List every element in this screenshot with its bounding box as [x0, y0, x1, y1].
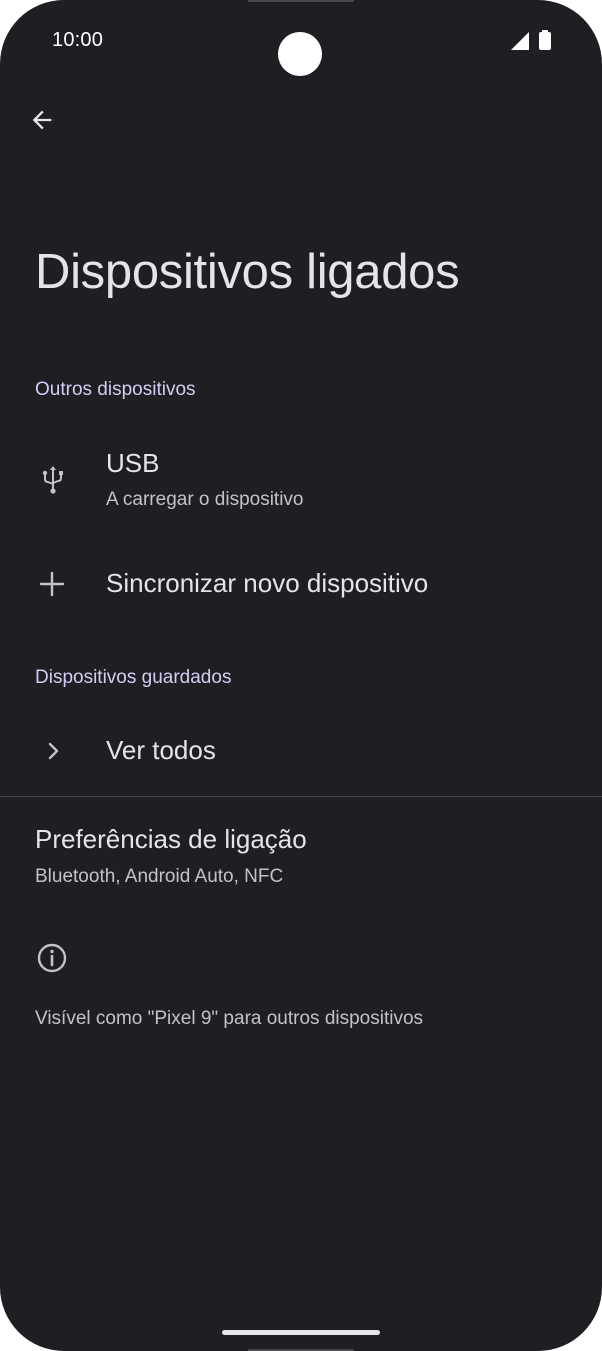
phone-screen: 10:00 Dispositivos ligados Outros dispos… [0, 0, 602, 1351]
cellular-signal-icon [511, 32, 529, 50]
connection-preferences-title: Preferências de ligação [35, 824, 307, 854]
camera-cutout [278, 32, 322, 76]
status-time: 10:00 [52, 29, 104, 51]
see-all-row[interactable]: Ver todos [0, 716, 602, 786]
device-visibility-text: Visível como "Pixel 9" para outros dispo… [35, 1008, 424, 1029]
arrow-back-icon [32, 110, 52, 130]
usb-subtitle: A carregar o dispositivo [106, 489, 304, 510]
connection-preferences-row[interactable]: Preferências de ligação Bluetooth, Andro… [0, 808, 602, 900]
battery-icon [539, 30, 551, 50]
home-indicator[interactable] [222, 1330, 380, 1335]
pair-new-device-row[interactable]: Sincronizar novo dispositivo [0, 548, 602, 620]
usb-title: USB [106, 448, 160, 478]
divider [0, 796, 602, 797]
pair-new-device-title: Sincronizar novo dispositivo [106, 568, 429, 598]
section-header-other-devices: Outros dispositivos [35, 379, 196, 400]
connection-preferences-subtitle: Bluetooth, Android Auto, NFC [35, 866, 284, 887]
chevron-right-icon [37, 735, 69, 767]
usb-row[interactable]: USB A carregar o dispositivo [0, 440, 602, 530]
section-header-saved-devices: Dispositivos guardados [35, 667, 232, 688]
frame-edge-top [248, 0, 354, 2]
plus-icon [36, 568, 68, 600]
page-title: Dispositivos ligados [35, 245, 460, 299]
info-icon [36, 942, 68, 974]
status-icons [509, 30, 553, 52]
see-all-title: Ver todos [106, 735, 216, 765]
usb-icon [37, 464, 69, 496]
back-button[interactable] [22, 100, 62, 140]
